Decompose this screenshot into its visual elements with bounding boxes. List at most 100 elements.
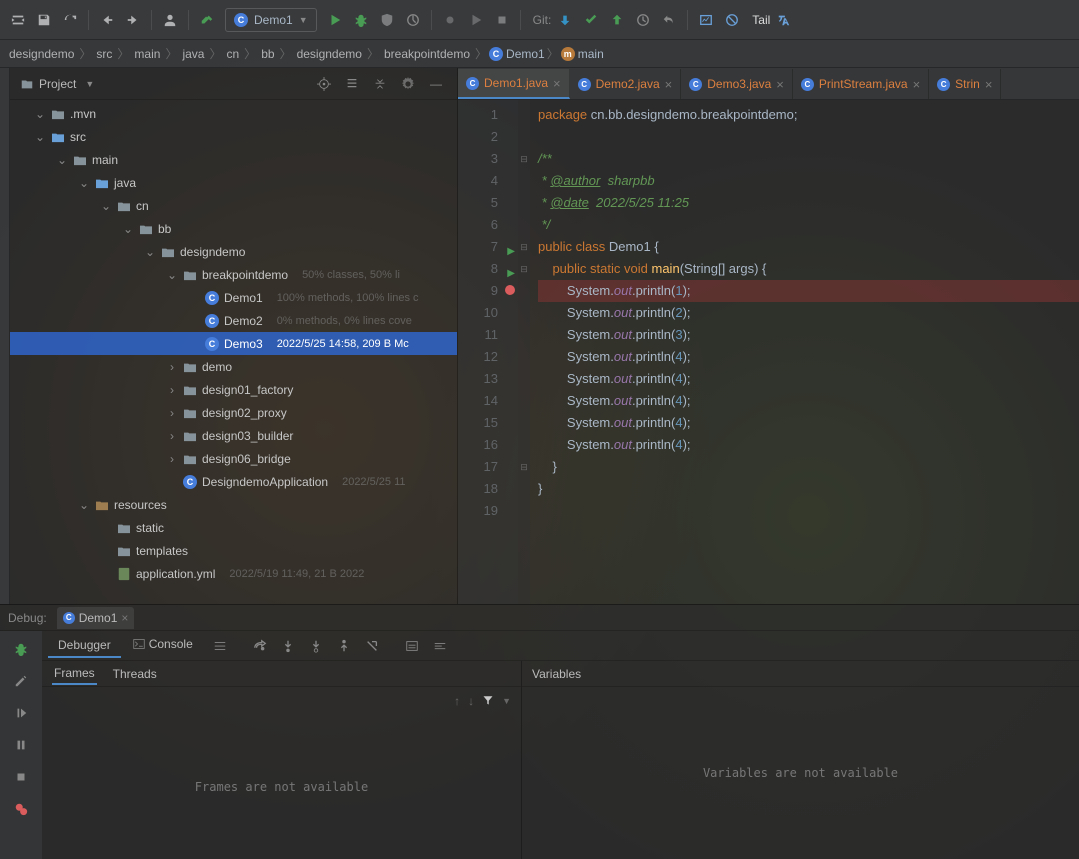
modify-icon[interactable] xyxy=(9,669,33,693)
breadcrumb-item[interactable]: designdemo xyxy=(6,47,77,61)
git-push-icon[interactable] xyxy=(605,8,629,32)
stop2-icon[interactable] xyxy=(9,765,33,789)
breadcrumb-item[interactable]: designdemo xyxy=(294,47,365,61)
layout-icon[interactable] xyxy=(209,635,231,657)
tree-row[interactable]: ⌄java xyxy=(10,171,457,194)
console-tab[interactable]: Console xyxy=(123,633,203,658)
editor-tab[interactable]: CDemo2.java× xyxy=(570,69,682,99)
run-icon[interactable] xyxy=(323,8,347,32)
locate-icon[interactable] xyxy=(313,73,335,95)
pause-icon[interactable] xyxy=(9,733,33,757)
tree-row[interactable]: ›design02_proxy xyxy=(10,401,457,424)
project-tree[interactable]: ⌄.mvn⌄src⌄main⌄java⌄cn⌄bb⌄designdemo⌄bre… xyxy=(10,100,457,604)
tree-row[interactable]: application.yml2022/5/19 11:49, 21 B 202… xyxy=(10,562,457,585)
trace-icon[interactable] xyxy=(429,635,451,657)
editor-gutter[interactable]: 1234567▶8▶910111213141516171819 xyxy=(458,100,518,604)
step-over-icon[interactable] xyxy=(249,635,271,657)
eval-icon[interactable] xyxy=(401,635,423,657)
threads-tab[interactable]: Threads xyxy=(111,664,159,684)
tree-row[interactable]: ⌄.mvn xyxy=(10,102,457,125)
save-icon[interactable] xyxy=(32,8,56,32)
collapse-icon[interactable] xyxy=(369,73,391,95)
editor-tab[interactable]: CPrintStream.java× xyxy=(793,69,929,99)
tree-row[interactable]: ›demo xyxy=(10,355,457,378)
tree-row[interactable]: static xyxy=(10,516,457,539)
project-panel-title[interactable]: Project ▼ xyxy=(20,77,307,91)
editor-tab[interactable]: CDemo1.java× xyxy=(458,69,570,99)
close-icon[interactable]: × xyxy=(553,76,561,91)
code-area[interactable]: package cn.bb.designdemo.breakpointdemo;… xyxy=(530,100,1079,604)
tree-row[interactable]: ⌄breakpointdemo50% classes, 50% li xyxy=(10,263,457,286)
debug-icon[interactable] xyxy=(349,8,373,32)
tree-row[interactable]: ⌄main xyxy=(10,148,457,171)
refresh-icon[interactable] xyxy=(58,8,82,32)
editor-tab[interactable]: CDemo3.java× xyxy=(681,69,793,99)
debug-config-tab[interactable]: C Demo1 × xyxy=(57,607,135,629)
user-icon[interactable] xyxy=(158,8,182,32)
tree-row[interactable]: ⌄designdemo xyxy=(10,240,457,263)
ban-icon[interactable] xyxy=(720,8,744,32)
breakpoints-icon[interactable] xyxy=(9,797,33,821)
tree-row[interactable]: ⌄cn xyxy=(10,194,457,217)
breadcrumb-item[interactable]: java xyxy=(179,47,207,61)
force-step-icon[interactable] xyxy=(305,635,327,657)
git-update-icon[interactable] xyxy=(553,8,577,32)
step-into-icon[interactable] xyxy=(277,635,299,657)
breadcrumb-method[interactable]: mmain xyxy=(561,47,604,61)
profile-icon[interactable] xyxy=(401,8,425,32)
rerun-icon[interactable] xyxy=(9,637,33,661)
hammer-icon[interactable] xyxy=(195,8,219,32)
tree-row[interactable]: ›design03_builder xyxy=(10,424,457,447)
breadcrumb-item[interactable]: cn xyxy=(223,47,242,61)
tree-row[interactable]: ⌄bb xyxy=(10,217,457,240)
filter-icon[interactable] xyxy=(482,693,494,710)
translate-icon[interactable] xyxy=(772,8,796,32)
prev-frame-icon[interactable]: ↑ xyxy=(454,694,460,708)
back-icon[interactable] xyxy=(95,8,119,32)
tree-row[interactable]: ›design01_factory xyxy=(10,378,457,401)
close-icon[interactable]: × xyxy=(985,77,993,92)
step-out-icon[interactable] xyxy=(333,635,355,657)
hide-icon[interactable]: — xyxy=(425,73,447,95)
close-icon[interactable]: × xyxy=(665,77,673,92)
forward-icon[interactable] xyxy=(121,8,145,32)
tree-row[interactable]: ⌄resources xyxy=(10,493,457,516)
breadcrumb-item[interactable]: main xyxy=(131,47,163,61)
coverage-icon[interactable] xyxy=(375,8,399,32)
tree-row[interactable]: CDemo20% methods, 0% lines cove xyxy=(10,309,457,332)
run-config-dropdown[interactable]: C Demo1 ▼ xyxy=(225,8,317,32)
stop-icon[interactable] xyxy=(490,8,514,32)
tree-row[interactable]: CDemo32022/5/25 14:58, 209 B Mc xyxy=(10,332,457,355)
breadcrumb-class[interactable]: CDemo1 xyxy=(489,47,545,61)
tree-row[interactable]: CDemo1100% methods, 100% lines c xyxy=(10,286,457,309)
play2-icon[interactable] xyxy=(464,8,488,32)
codepix-icon[interactable] xyxy=(694,8,718,32)
class-icon: C xyxy=(234,13,248,27)
open-icon[interactable] xyxy=(6,8,30,32)
left-tool-strip[interactable] xyxy=(0,68,10,604)
close-icon[interactable]: × xyxy=(121,611,128,625)
tree-row[interactable]: ⌄src xyxy=(10,125,457,148)
next-frame-icon[interactable]: ↓ xyxy=(468,694,474,708)
breadcrumb-item[interactable]: bb xyxy=(258,47,277,61)
tree-row[interactable]: ›design06_bridge xyxy=(10,447,457,470)
close-icon[interactable]: × xyxy=(776,77,784,92)
close-icon[interactable]: × xyxy=(913,77,921,92)
tree-row[interactable]: CDesigndemoApplication2022/5/25 11 xyxy=(10,470,457,493)
settings-icon[interactable] xyxy=(397,73,419,95)
drop-frame-icon[interactable] xyxy=(361,635,383,657)
git-undo-icon[interactable] xyxy=(657,8,681,32)
frame-dropdown-icon[interactable]: ▼ xyxy=(502,696,511,706)
git-history-icon[interactable] xyxy=(631,8,655,32)
breadcrumb-item[interactable]: breakpointdemo xyxy=(381,47,473,61)
tree-row[interactable]: templates xyxy=(10,539,457,562)
frames-tab[interactable]: Frames xyxy=(52,663,97,685)
attach-icon[interactable] xyxy=(438,8,462,32)
resume-icon[interactable] xyxy=(9,701,33,725)
editor-tab[interactable]: CStrin× xyxy=(929,69,1001,99)
git-commit-icon[interactable] xyxy=(579,8,603,32)
expand-icon[interactable] xyxy=(341,73,363,95)
debugger-tab[interactable]: Debugger xyxy=(48,634,121,658)
breadcrumb-item[interactable]: src xyxy=(93,47,115,61)
fold-strip[interactable]: ⊟⊟⊟⊟ xyxy=(518,100,530,604)
